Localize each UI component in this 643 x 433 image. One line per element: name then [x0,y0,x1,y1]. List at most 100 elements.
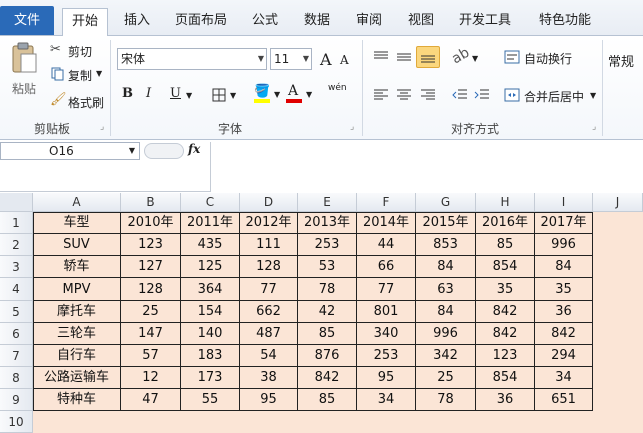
table-cell[interactable]: 25 [121,301,181,323]
chevron-down-icon[interactable]: ▼ [186,91,192,100]
name-box[interactable]: O16 ▼ [0,142,140,160]
fill-color-button[interactable]: 🪣 ▼ [254,84,284,106]
table-cell[interactable]: 78 [298,278,357,301]
bold-button[interactable]: B [122,86,133,101]
row-header-1[interactable]: 1 [0,212,33,234]
phonetic-guide-button[interactable]: wén [328,83,347,93]
table-cell[interactable]: 47 [121,389,181,411]
row-header-2[interactable]: 2 [0,234,33,256]
table-cell[interactable]: 487 [240,323,298,345]
column-header-G[interactable]: G [416,193,476,212]
table-header-cell[interactable]: 2013年 [298,212,357,234]
increase-indent-icon[interactable] [474,88,490,102]
table-cell[interactable]: 66 [357,256,416,278]
row-header-10[interactable]: 10 [0,411,33,433]
table-cell[interactable]: 三轮车 [33,323,121,345]
row-header-5[interactable]: 5 [0,301,33,323]
font-color-button[interactable]: A ▼ [286,83,316,106]
row-header-3[interactable]: 3 [0,256,33,278]
grow-font-button[interactable]: A [320,50,332,69]
column-header-I[interactable]: I [535,193,593,212]
column-header-D[interactable]: D [240,193,298,212]
table-cell[interactable]: 340 [357,323,416,345]
clipboard-launcher-icon[interactable]: ⌟ [100,122,104,132]
row-header-8[interactable]: 8 [0,367,33,389]
table-cell[interactable]: 44 [357,234,416,256]
tab-page-layout[interactable]: 页面布局 [170,8,232,35]
table-cell[interactable]: 摩托车 [33,301,121,323]
paste-button[interactable]: 粘贴 [6,40,42,106]
table-cell[interactable]: 842 [535,323,593,345]
table-cell[interactable]: 轿车 [33,256,121,278]
underline-button[interactable]: U [170,86,181,101]
align-center-icon[interactable] [396,88,412,102]
table-cell[interactable]: 147 [121,323,181,345]
table-cell[interactable]: 435 [181,234,240,256]
table-cell[interactable]: 35 [476,278,535,301]
table-cell[interactable]: 854 [476,256,535,278]
table-cell[interactable]: 996 [535,234,593,256]
tab-home[interactable]: 开始 [62,8,108,36]
table-cell[interactable]: 294 [535,345,593,367]
table-cell[interactable]: 12 [121,367,181,389]
table-cell[interactable]: 842 [298,367,357,389]
table-header-cell[interactable]: 2014年 [357,212,416,234]
worksheet-grid[interactable]: ABCDEFGHIJ 1 2 3 4 5 6 7 8 9 10 车型 2010年 2011年 2012年… [0,193,643,433]
table-header-cell[interactable]: 2011年 [181,212,240,234]
table-cell[interactable]: MPV [33,278,121,301]
column-header-C[interactable]: C [181,193,240,212]
table-header-cell[interactable]: 车型 [33,212,121,234]
table-cell[interactable]: 77 [357,278,416,301]
table-header-cell[interactable]: 2017年 [535,212,593,234]
font-launcher-icon[interactable]: ⌟ [350,122,354,132]
table-cell[interactable]: 25 [416,367,476,389]
column-header-B[interactable]: B [121,193,181,212]
formula-input[interactable] [210,142,643,192]
formula-bar-divider-handle[interactable] [144,143,184,159]
table-cell[interactable]: 84 [416,256,476,278]
tab-view[interactable]: 视图 [402,8,440,35]
column-header-A[interactable]: A [33,193,121,212]
table-cell[interactable]: 842 [476,301,535,323]
table-cell[interactable]: 123 [476,345,535,367]
tab-special-features[interactable]: 特色功能 [530,8,600,35]
table-cell[interactable]: 85 [298,323,357,345]
tab-data[interactable]: 数据 [298,8,336,35]
table-header-cell[interactable]: 2010年 [121,212,181,234]
tab-developer[interactable]: 开发工具 [454,8,516,35]
column-header-H[interactable]: H [476,193,535,212]
table-cell[interactable]: 95 [240,389,298,411]
column-header-J[interactable]: J [593,193,643,212]
font-size-select[interactable]: 11 ▼ [270,48,312,70]
chevron-down-icon[interactable]: ▼ [230,91,236,100]
select-all-corner[interactable] [0,193,33,212]
table-cell[interactable]: 36 [535,301,593,323]
table-cell[interactable]: 662 [240,301,298,323]
table-cell[interactable]: 128 [121,278,181,301]
table-cell[interactable]: 854 [476,367,535,389]
table-cell[interactable]: 128 [240,256,298,278]
table-header-cell[interactable]: 2016年 [476,212,535,234]
table-cell[interactable]: 34 [357,389,416,411]
column-header-E[interactable]: E [298,193,357,212]
table-cell[interactable]: 342 [416,345,476,367]
table-cell[interactable]: 996 [416,323,476,345]
table-cell[interactable]: 125 [181,256,240,278]
table-cell[interactable]: 35 [535,278,593,301]
table-cell[interactable]: 127 [121,256,181,278]
align-top-icon[interactable] [373,50,389,64]
table-cell[interactable]: 55 [181,389,240,411]
tab-formulas[interactable]: 公式 [246,8,284,35]
tab-review[interactable]: 审阅 [350,8,388,35]
insert-function-icon[interactable]: fx [188,142,200,156]
merge-center-button[interactable]: 合并后居中 ▼ [504,86,600,106]
table-header-cell[interactable]: 2012年 [240,212,298,234]
table-cell[interactable]: 78 [416,389,476,411]
table-cell[interactable]: 53 [298,256,357,278]
cut-button[interactable]: ✂ 剪切 [50,42,100,60]
table-cell[interactable]: 364 [181,278,240,301]
table-cell[interactable]: 111 [240,234,298,256]
table-cell[interactable]: 853 [416,234,476,256]
chevron-down-icon[interactable]: ▼ [472,54,478,63]
column-header-F[interactable]: F [357,193,416,212]
